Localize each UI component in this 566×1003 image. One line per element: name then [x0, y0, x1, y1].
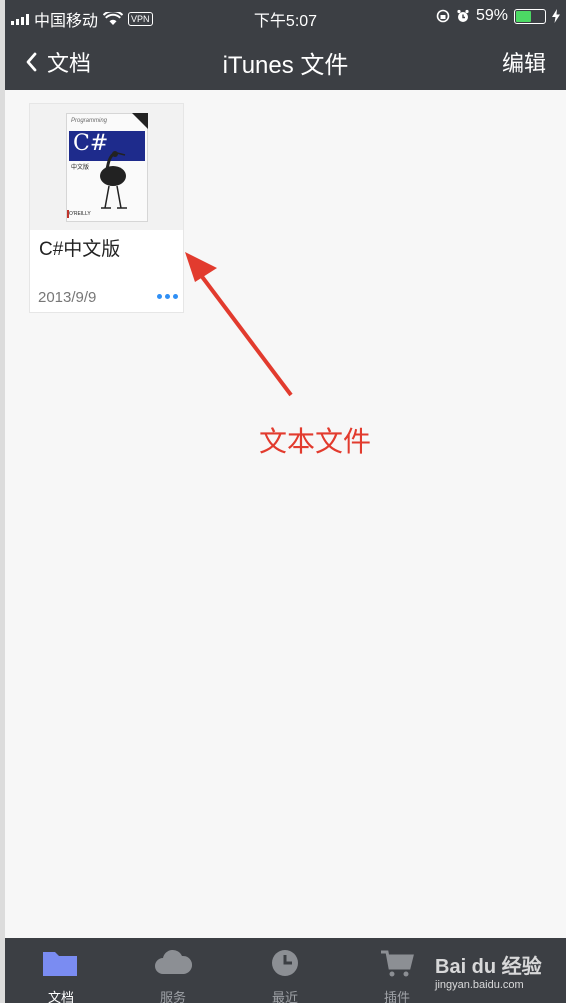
battery-fill [516, 10, 532, 22]
clock-icon [272, 950, 298, 976]
top-bar: 中国移动 VPN 下午5:07 59% 文档 iTunes 文件 编辑 [5, 0, 566, 90]
cover-corner [132, 113, 148, 129]
watermark-url: jingyan.baidu.com [435, 979, 524, 991]
rotation-lock-icon [436, 9, 450, 23]
book-cover: Programming C# 中文版 O'REILLY [66, 113, 148, 222]
cloud-icon [155, 949, 193, 974]
alarm-icon [457, 9, 469, 22]
cover-top-text: Programming [71, 118, 108, 124]
watermark-brand: Bai du 经验 [435, 956, 542, 978]
app-screen: 中国移动 VPN 下午5:07 59% 文档 iTunes 文件 编辑 Prog… [5, 0, 566, 1003]
tab-services[interactable]: 服务 [117, 938, 229, 1003]
navigation-bar: 文档 iTunes 文件 编辑 [5, 38, 566, 82]
more-dots-icon[interactable] [157, 290, 178, 303]
tab-documents[interactable]: 文档 [5, 938, 117, 1003]
cart-icon [381, 950, 414, 977]
tab-label-services: 服务 [159, 990, 186, 1003]
file-thumbnail: Programming C# 中文版 O'REILLY [30, 104, 183, 230]
folder-icon [43, 952, 77, 976]
cover-brand: O'REILLY [69, 211, 91, 217]
edit-button[interactable]: 编辑 [502, 46, 546, 78]
bird-illustration-icon [100, 151, 127, 209]
battery-percent: 59% [475, 7, 508, 24]
baidu-watermark: Bai du 经验 jingyan.baidu.com [435, 950, 542, 991]
page-title: iTunes 文件 [222, 52, 349, 79]
file-date: 2013/9/9 [38, 289, 97, 306]
file-name: C#中文版 [39, 239, 121, 260]
annotation-text: 文本文件 [259, 425, 372, 458]
tab-recent[interactable]: 最近 [229, 938, 341, 1003]
battery-icon [514, 8, 546, 24]
tab-label-documents: 文档 [47, 990, 74, 1003]
charging-icon [552, 9, 560, 23]
tab-label-recent: 最近 [271, 990, 298, 1003]
status-bar: 中国移动 VPN 下午5:07 59% [5, 0, 566, 34]
status-right: 59% [436, 7, 560, 25]
file-card[interactable]: Programming C# 中文版 O'REILLY C#中文版 2013/9… [29, 103, 184, 313]
